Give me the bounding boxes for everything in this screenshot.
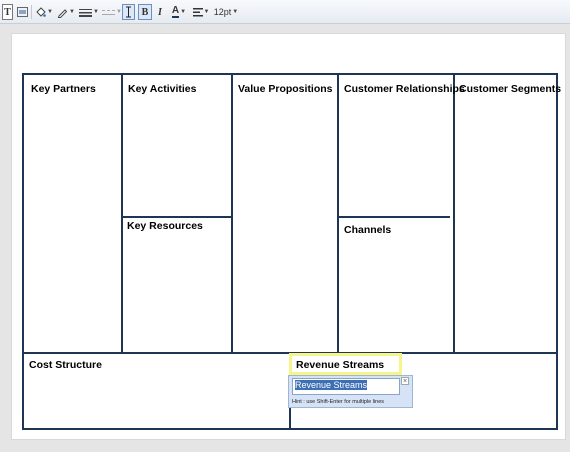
divider-value-relationships [337,75,339,354]
text-tool-icon[interactable]: T [2,4,13,20]
editor-selected-text: Revenue Streams [295,380,368,390]
cell-title-key-activities[interactable]: Key Activities [128,83,196,95]
line-style-button[interactable]: ▼ [102,4,122,20]
selected-text-box-revenue-streams[interactable]: Revenue Streams [289,353,402,375]
divider-partners-activities [121,75,123,354]
editor-hint: Hint : use Shift-Enter for multiple line… [292,399,385,405]
line-color-button[interactable]: ▼ [57,4,75,20]
divider-relationships-channels [338,216,450,218]
cell-title-customer-segments[interactable]: Customer Segments [459,83,561,95]
paint-bucket-icon [36,6,46,17]
formatting-toolbar: T ▼ ▼ ▼ ▼ B I A ▼ ▼ 12pt ▼ [0,0,570,24]
font-size-select[interactable]: 12pt ▼ [214,4,238,20]
cell-title-value-propositions[interactable]: Value Propositions [238,83,333,95]
fill-color-button[interactable]: ▼ [35,4,53,20]
cell-title-key-partners[interactable]: Key Partners [31,83,96,95]
line-width-button[interactable]: ▼ [79,4,99,20]
font-size-value: 12pt [213,7,232,17]
bold-button[interactable]: B [138,4,152,20]
pencil-icon [57,8,68,18]
cell-title-channels[interactable]: Channels [344,224,391,236]
divider-activities-value [231,75,233,354]
cell-title-key-resources[interactable]: Key Resources [127,220,203,232]
dash-style-icon [102,9,116,15]
cell-title-revenue-streams: Revenue Streams [296,359,385,371]
font-color-button[interactable]: A ▼ [169,4,189,20]
font-color-icon: A [171,5,180,18]
text-cursor-tool-icon[interactable] [122,4,135,20]
divider-activities-resources [122,216,232,218]
close-icon[interactable]: × [401,377,409,385]
inline-text-editor: Revenue Streams × Hint : use Shift-Enter… [288,375,413,408]
align-left-icon [192,7,203,16]
cell-title-cost-structure[interactable]: Cost Structure [29,359,102,371]
line-width-icon [79,8,93,17]
italic-button[interactable]: I [155,4,165,20]
editor-text-input[interactable]: Revenue Streams [292,378,400,395]
cell-title-customer-relationships[interactable]: Customer Relationships [344,83,465,95]
align-button[interactable]: ▼ [192,4,210,20]
image-tool-icon[interactable] [16,4,28,20]
divider-relationships-segments [453,75,455,354]
